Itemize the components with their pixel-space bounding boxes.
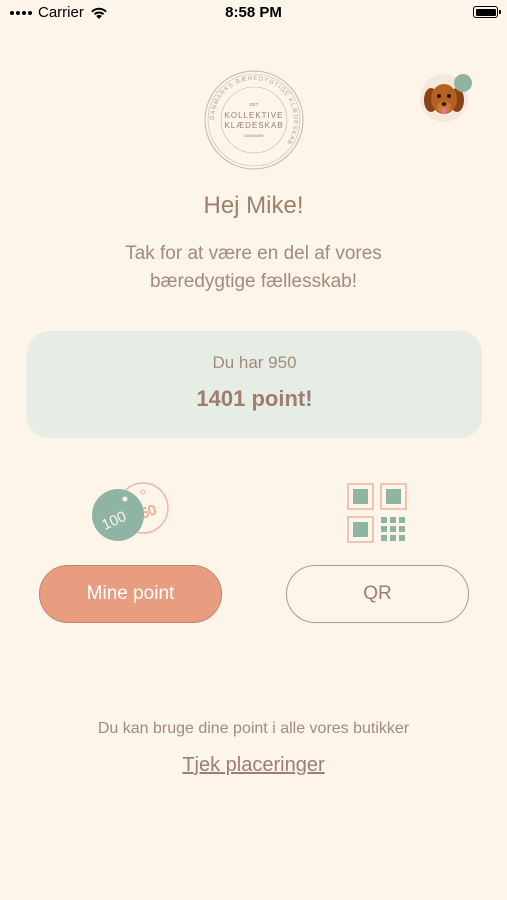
points-card: Du har 950 1401 point! bbox=[27, 331, 482, 438]
notification-badge bbox=[454, 74, 472, 92]
mine-point-button[interactable]: Mine point bbox=[39, 565, 222, 623]
logo-top-text: DET bbox=[250, 102, 259, 107]
logo-line2: KLÆDESKAB bbox=[224, 121, 283, 130]
profile-avatar-button[interactable] bbox=[420, 74, 472, 126]
qr-code-icon[interactable] bbox=[347, 483, 407, 543]
logo-bottom-text: DANMARK bbox=[244, 133, 264, 138]
qr-button[interactable]: QR bbox=[286, 565, 469, 623]
greeting-title: Hej Mike! bbox=[203, 192, 304, 219]
info-text: Du kan bruge dine point i alle vores but… bbox=[97, 720, 410, 737]
price-tag-icon[interactable]: 50 100 bbox=[88, 478, 172, 542]
status-time: 8:58 PM bbox=[225, 4, 282, 21]
status-bar: Carrier 8:58 PM bbox=[0, 0, 507, 28]
battery-icon bbox=[473, 6, 501, 18]
logo-line1: KOLLEKTIVE bbox=[225, 111, 284, 120]
brand-logo: DANMARKS BÆREDYGTIGE KLÆDESKAB DET KOLLE… bbox=[204, 70, 304, 170]
points-total: 1401 point! bbox=[196, 386, 313, 411]
subtitle-text: Tak for at være en del af vores bæredygt… bbox=[125, 243, 382, 292]
locations-link[interactable]: Tjek placeringer bbox=[0, 754, 507, 777]
points-balance-label: Du har 950 bbox=[212, 353, 297, 372]
